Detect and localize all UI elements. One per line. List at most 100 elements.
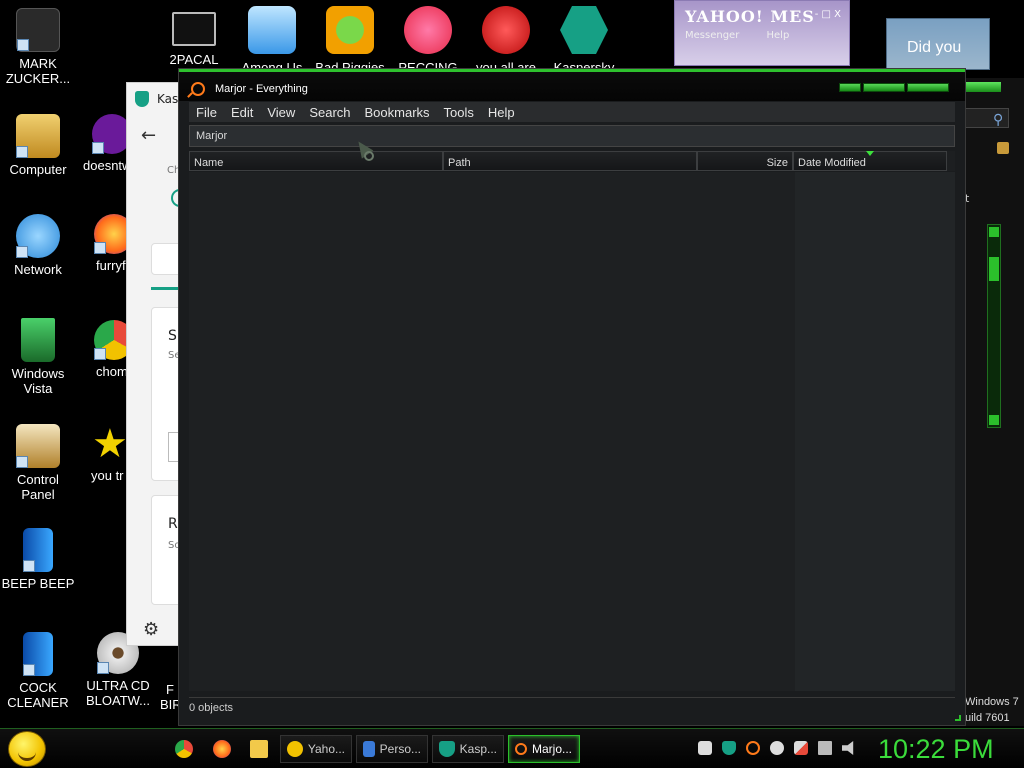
menu-bar: File Edit View Search Bookmarks Tools He… bbox=[189, 102, 955, 122]
desktop-icon-dev-cpp[interactable]: you all are bbox=[466, 6, 546, 75]
minimize-button[interactable] bbox=[839, 83, 861, 92]
everything-tray-icon[interactable] bbox=[746, 741, 760, 755]
taskbar-button-label: Marjo... bbox=[532, 742, 573, 756]
chrome-quicklaunch-icon[interactable] bbox=[175, 740, 193, 758]
yahoo-menu-messenger[interactable]: Messenger bbox=[685, 30, 739, 41]
date-column-background bbox=[795, 172, 955, 691]
desktop-icon-network[interactable]: Network bbox=[0, 214, 76, 277]
desktop-icon-cock-cleaner[interactable]: COCK CLEANER bbox=[0, 632, 76, 710]
network-tray-icon[interactable] bbox=[818, 741, 832, 755]
folder-quicklaunch-icon[interactable] bbox=[250, 740, 268, 758]
desktop-icon-label: Network bbox=[14, 262, 62, 277]
scrollbar[interactable] bbox=[987, 224, 1001, 428]
taskbar-button-label: Kasp... bbox=[459, 742, 497, 756]
taskbar-button-yahoo[interactable]: Yaho... bbox=[280, 735, 352, 763]
desktop-icon-label: BEEP BEEP bbox=[1, 576, 75, 591]
firefox-quicklaunch-icon[interactable] bbox=[213, 740, 231, 758]
everything-search-icon bbox=[191, 82, 205, 96]
messenger-tray-icon[interactable] bbox=[770, 741, 784, 755]
menu-bookmarks[interactable]: Bookmarks bbox=[358, 105, 437, 120]
control-panel-icon bbox=[16, 424, 60, 468]
desktop-icon-2pacal[interactable]: 2PACAL bbox=[154, 6, 234, 67]
desktop-icon-bad-piggies[interactable]: Bad Piggies bbox=[310, 6, 390, 75]
desktop-icon-peccing[interactable]: PECCING bbox=[388, 6, 468, 75]
terminal-icon bbox=[172, 12, 216, 46]
desktop-icon-you-tr[interactable]: ★ you tr bbox=[80, 424, 130, 483]
desktop-icon-windows-vista[interactable]: Windows Vista bbox=[0, 318, 76, 396]
kaspersky-window[interactable]: Kasp ← Ch S Se R So ⚙ bbox=[126, 82, 191, 646]
yahoo-window-controls[interactable]: - □ X bbox=[815, 9, 841, 20]
desktop-icon-beep-beep[interactable]: BEEP BEEP bbox=[0, 528, 76, 591]
window-controls bbox=[839, 83, 949, 92]
windows-version-text: Windows 7 uild 7601 bbox=[965, 694, 1019, 726]
desktop-icon-control-panel[interactable]: Control Panel bbox=[0, 424, 76, 502]
action-center-flag-icon[interactable] bbox=[794, 741, 808, 755]
desktop-icon-label: you tr bbox=[91, 468, 124, 483]
windows-build-line: uild 7601 bbox=[965, 712, 1010, 724]
menu-view[interactable]: View bbox=[260, 105, 302, 120]
desktop-icon-computer[interactable]: Computer bbox=[0, 114, 76, 177]
desktop-icon-partial[interactable]: F BIR bbox=[160, 682, 180, 712]
column-path[interactable]: Path bbox=[443, 151, 697, 171]
taskbar-button-kaspersky[interactable]: Kasp... bbox=[432, 735, 504, 763]
start-button[interactable] bbox=[8, 731, 46, 767]
search-icon[interactable]: ⚲ bbox=[993, 112, 1003, 128]
yahoo-messenger-window[interactable]: YAHOO! MES - □ X Messenger Help bbox=[674, 0, 850, 66]
everything-window-title: Marjor - Everything bbox=[215, 83, 308, 95]
taskbar-button-label: Perso... bbox=[379, 742, 421, 756]
kaspersky-shield-icon bbox=[439, 741, 455, 757]
kaspersky-tray-icon[interactable] bbox=[722, 741, 736, 755]
menu-help[interactable]: Help bbox=[481, 105, 522, 120]
back-arrow-icon[interactable]: ← bbox=[141, 125, 156, 146]
everything-titlebar[interactable]: Marjor - Everything bbox=[179, 69, 965, 101]
menu-tools[interactable]: Tools bbox=[437, 105, 481, 120]
desktop-icon-label: Control Panel bbox=[17, 472, 59, 502]
desktop-icon-label: chom bbox=[96, 364, 128, 379]
resize-grip[interactable] bbox=[955, 715, 961, 721]
volume-icon[interactable] bbox=[842, 741, 854, 755]
kaspersky-card-title: R bbox=[168, 516, 178, 532]
menu-file[interactable]: File bbox=[189, 105, 224, 120]
desktop-icon-mark-zucker[interactable]: MARK ZUCKER... bbox=[0, 8, 76, 86]
gear-icon[interactable]: ⚙ bbox=[143, 619, 159, 640]
right-background-window[interactable]: ⚲ t Windows 7 uild 7601 bbox=[962, 78, 1024, 726]
window-control-bar[interactable] bbox=[965, 82, 1001, 92]
usb-tray-icon[interactable] bbox=[698, 741, 712, 755]
dev-cpp-icon bbox=[482, 6, 530, 54]
did-you-popup[interactable]: Did you bbox=[886, 18, 990, 70]
desktop-icon-label: ULTRA CD BLOATW... bbox=[85, 678, 151, 708]
taskbar-button-everything[interactable]: Marjo... bbox=[508, 735, 580, 763]
desktop-icon-among-us[interactable]: Among Us bbox=[232, 6, 312, 75]
everything-window[interactable]: Marjor - Everything File Edit View Searc… bbox=[178, 68, 966, 726]
column-name[interactable]: Name bbox=[189, 151, 443, 171]
blue-file-icon bbox=[23, 528, 53, 572]
p-logo-icon bbox=[404, 6, 452, 54]
menu-edit[interactable]: Edit bbox=[224, 105, 260, 120]
column-date-modified[interactable]: Date Modified bbox=[793, 151, 947, 171]
scroll-down-arrow[interactable] bbox=[989, 415, 999, 425]
status-object-count: 0 objects bbox=[189, 702, 234, 714]
person-file-icon bbox=[16, 8, 60, 52]
taskbar-button-personalize[interactable]: Perso... bbox=[356, 735, 428, 763]
maximize-button[interactable] bbox=[863, 83, 905, 92]
results-list[interactable] bbox=[189, 172, 955, 691]
yahoo-smiley-icon bbox=[287, 741, 303, 757]
column-size[interactable]: Size bbox=[697, 151, 793, 171]
desktop-icon-chom[interactable]: chom bbox=[80, 320, 134, 379]
desktop-icon-label: COCK CLEANER bbox=[7, 680, 69, 710]
desktop-icon-kaspersky[interactable]: Kaspersky bbox=[544, 6, 624, 75]
scroll-up-arrow[interactable] bbox=[989, 227, 999, 237]
taskbar-clock[interactable]: 10:22 PM bbox=[878, 734, 994, 765]
kaspersky-shield-icon bbox=[135, 91, 149, 107]
bookmark-icon[interactable] bbox=[997, 142, 1009, 154]
menu-search[interactable]: Search bbox=[302, 105, 357, 120]
windows-version-line: Windows 7 bbox=[965, 696, 1019, 708]
yahoo-menu-help[interactable]: Help bbox=[767, 30, 790, 41]
scroll-thumb[interactable] bbox=[989, 257, 999, 281]
desktop-icon-doesntw[interactable]: doesntw bbox=[80, 114, 132, 173]
desktop-icon-furryf[interactable]: furryf bbox=[80, 214, 134, 273]
sort-indicator-icon bbox=[866, 151, 874, 156]
close-button[interactable] bbox=[907, 83, 949, 92]
taskbar-button-label: Yaho... bbox=[307, 742, 345, 756]
search-input[interactable]: Marjor bbox=[189, 125, 955, 147]
